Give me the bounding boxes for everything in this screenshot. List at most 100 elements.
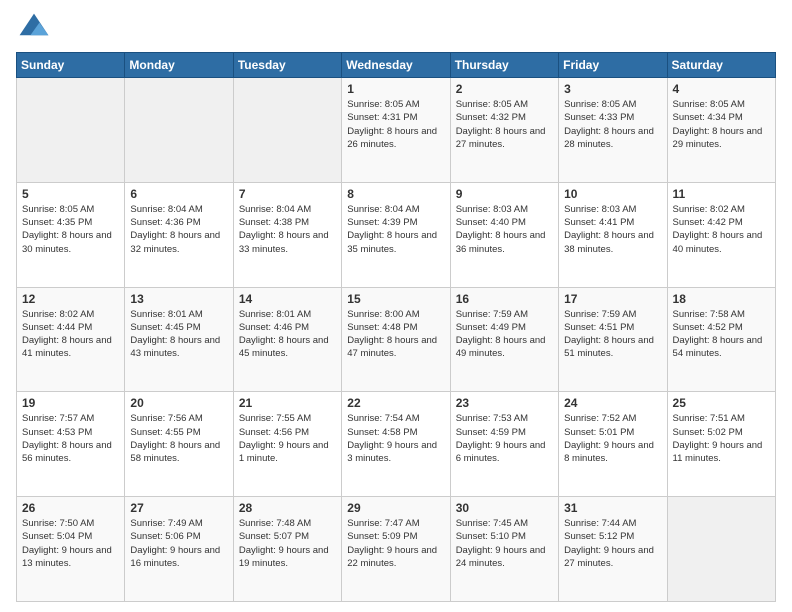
weekday-header-tuesday: Tuesday: [233, 53, 341, 78]
calendar-cell: 1 Sunrise: 8:05 AM Sunset: 4:31 PM Daylig…: [342, 78, 450, 183]
day-info: Sunrise: 7:50 AM Sunset: 5:04 PM Dayligh…: [22, 517, 119, 570]
calendar-cell: 10 Sunrise: 8:03 AM Sunset: 4:41 PM Dayli…: [559, 182, 667, 287]
header: [16, 10, 776, 46]
day-number: 5: [22, 187, 119, 201]
day-number: 19: [22, 396, 119, 410]
day-number: 27: [130, 501, 227, 515]
calendar-cell: [667, 497, 775, 602]
weekday-header-friday: Friday: [559, 53, 667, 78]
day-number: 31: [564, 501, 661, 515]
calendar-cell: [125, 78, 233, 183]
day-info: Sunrise: 8:01 AM Sunset: 4:46 PM Dayligh…: [239, 308, 336, 361]
calendar-cell: 7 Sunrise: 8:04 AM Sunset: 4:38 PM Daylig…: [233, 182, 341, 287]
day-number: 1: [347, 82, 444, 96]
calendar-cell: 30 Sunrise: 7:45 AM Sunset: 5:10 PM Dayli…: [450, 497, 558, 602]
calendar-cell: 27 Sunrise: 7:49 AM Sunset: 5:06 PM Dayli…: [125, 497, 233, 602]
day-number: 25: [673, 396, 770, 410]
calendar-body: 1 Sunrise: 8:05 AM Sunset: 4:31 PM Daylig…: [17, 78, 776, 602]
calendar-cell: 4Sunrise: 8:05 AM Sunset: 4:34 PM Daylig…: [667, 78, 775, 183]
page: SundayMondayTuesdayWednesdayThursdayFrid…: [0, 0, 792, 612]
weekday-header-thursday: Thursday: [450, 53, 558, 78]
calendar-week-4: 19 Sunrise: 7:57 AM Sunset: 4:53 PM Dayli…: [17, 392, 776, 497]
day-number: 4: [673, 82, 770, 96]
calendar-table: SundayMondayTuesdayWednesdayThursdayFrid…: [16, 52, 776, 602]
day-number: 20: [130, 396, 227, 410]
day-info: Sunrise: 8:01 AM Sunset: 4:45 PM Dayligh…: [130, 308, 227, 361]
calendar-cell: 14 Sunrise: 8:01 AM Sunset: 4:46 PM Dayli…: [233, 287, 341, 392]
day-number: 21: [239, 396, 336, 410]
day-number: 12: [22, 292, 119, 306]
calendar-cell: 15 Sunrise: 8:00 AM Sunset: 4:48 PM Dayli…: [342, 287, 450, 392]
calendar-cell: 22 Sunrise: 7:54 AM Sunset: 4:58 PM Dayli…: [342, 392, 450, 497]
day-info: Sunrise: 7:59 AM Sunset: 4:51 PM Dayligh…: [564, 308, 661, 361]
calendar-cell: 5 Sunrise: 8:05 AM Sunset: 4:35 PM Daylig…: [17, 182, 125, 287]
day-info: Sunrise: 8:00 AM Sunset: 4:48 PM Dayligh…: [347, 308, 444, 361]
day-number: 23: [456, 396, 553, 410]
weekday-header-saturday: Saturday: [667, 53, 775, 78]
calendar-cell: 8Sunrise: 8:04 AM Sunset: 4:39 PM Daylig…: [342, 182, 450, 287]
day-info: Sunrise: 7:59 AM Sunset: 4:49 PM Dayligh…: [456, 308, 553, 361]
day-number: 13: [130, 292, 227, 306]
day-number: 6: [130, 187, 227, 201]
day-number: 15: [347, 292, 444, 306]
day-number: 11: [673, 187, 770, 201]
day-number: 18: [673, 292, 770, 306]
day-number: 14: [239, 292, 336, 306]
calendar-cell: 19 Sunrise: 7:57 AM Sunset: 4:53 PM Dayli…: [17, 392, 125, 497]
calendar-cell: [233, 78, 341, 183]
weekday-header-wednesday: Wednesday: [342, 53, 450, 78]
day-number: 3: [564, 82, 661, 96]
day-info: Sunrise: 7:56 AM Sunset: 4:55 PM Dayligh…: [130, 412, 227, 465]
logo-icon: [16, 10, 52, 46]
calendar-week-5: 26 Sunrise: 7:50 AM Sunset: 5:04 PM Dayli…: [17, 497, 776, 602]
day-number: 29: [347, 501, 444, 515]
weekday-row: SundayMondayTuesdayWednesdayThursdayFrid…: [17, 53, 776, 78]
day-info: Sunrise: 7:53 AM Sunset: 4:59 PM Dayligh…: [456, 412, 553, 465]
day-info: Sunrise: 8:04 AM Sunset: 4:38 PM Dayligh…: [239, 203, 336, 256]
day-info: Sunrise: 7:49 AM Sunset: 5:06 PM Dayligh…: [130, 517, 227, 570]
calendar-cell: 11 Sunrise: 8:02 AM Sunset: 4:42 PM Dayli…: [667, 182, 775, 287]
logo: [16, 10, 56, 46]
day-info: Sunrise: 7:52 AM Sunset: 5:01 PM Dayligh…: [564, 412, 661, 465]
calendar-week-1: 1 Sunrise: 8:05 AM Sunset: 4:31 PM Daylig…: [17, 78, 776, 183]
day-info: Sunrise: 7:48 AM Sunset: 5:07 PM Dayligh…: [239, 517, 336, 570]
day-info: Sunrise: 7:44 AM Sunset: 5:12 PM Dayligh…: [564, 517, 661, 570]
day-number: 30: [456, 501, 553, 515]
calendar-cell: 9Sunrise: 8:03 AM Sunset: 4:40 PM Daylig…: [450, 182, 558, 287]
day-info: Sunrise: 7:58 AM Sunset: 4:52 PM Dayligh…: [673, 308, 770, 361]
day-number: 2: [456, 82, 553, 96]
calendar-cell: 18 Sunrise: 7:58 AM Sunset: 4:52 PM Dayli…: [667, 287, 775, 392]
day-number: 26: [22, 501, 119, 515]
calendar-cell: 28 Sunrise: 7:48 AM Sunset: 5:07 PM Dayli…: [233, 497, 341, 602]
day-number: 22: [347, 396, 444, 410]
day-number: 7: [239, 187, 336, 201]
day-info: Sunrise: 8:05 AM Sunset: 4:33 PM Dayligh…: [564, 98, 661, 151]
day-number: 24: [564, 396, 661, 410]
day-info: Sunrise: 7:45 AM Sunset: 5:10 PM Dayligh…: [456, 517, 553, 570]
calendar-cell: 2 Sunrise: 8:05 AM Sunset: 4:32 PM Daylig…: [450, 78, 558, 183]
day-info: Sunrise: 7:55 AM Sunset: 4:56 PM Dayligh…: [239, 412, 336, 465]
calendar-cell: 31 Sunrise: 7:44 AM Sunset: 5:12 PM Dayli…: [559, 497, 667, 602]
day-number: 8: [347, 187, 444, 201]
calendar-cell: 25Sunrise: 7:51 AM Sunset: 5:02 PM Dayli…: [667, 392, 775, 497]
day-info: Sunrise: 7:57 AM Sunset: 4:53 PM Dayligh…: [22, 412, 119, 465]
calendar-cell: 13 Sunrise: 8:01 AM Sunset: 4:45 PM Dayli…: [125, 287, 233, 392]
day-info: Sunrise: 7:54 AM Sunset: 4:58 PM Dayligh…: [347, 412, 444, 465]
calendar-cell: 29Sunrise: 7:47 AM Sunset: 5:09 PM Dayli…: [342, 497, 450, 602]
calendar-week-2: 5 Sunrise: 8:05 AM Sunset: 4:35 PM Daylig…: [17, 182, 776, 287]
calendar-header: SundayMondayTuesdayWednesdayThursdayFrid…: [17, 53, 776, 78]
day-number: 28: [239, 501, 336, 515]
day-info: Sunrise: 8:03 AM Sunset: 4:41 PM Dayligh…: [564, 203, 661, 256]
day-info: Sunrise: 8:05 AM Sunset: 4:35 PM Dayligh…: [22, 203, 119, 256]
day-info: Sunrise: 8:05 AM Sunset: 4:32 PM Dayligh…: [456, 98, 553, 151]
calendar-week-3: 12Sunrise: 8:02 AM Sunset: 4:44 PM Dayli…: [17, 287, 776, 392]
calendar-cell: 17Sunrise: 7:59 AM Sunset: 4:51 PM Dayli…: [559, 287, 667, 392]
calendar-cell: 3 Sunrise: 8:05 AM Sunset: 4:33 PM Daylig…: [559, 78, 667, 183]
calendar-cell: 6Sunrise: 8:04 AM Sunset: 4:36 PM Daylig…: [125, 182, 233, 287]
day-info: Sunrise: 8:05 AM Sunset: 4:31 PM Dayligh…: [347, 98, 444, 151]
day-info: Sunrise: 8:02 AM Sunset: 4:42 PM Dayligh…: [673, 203, 770, 256]
day-number: 10: [564, 187, 661, 201]
weekday-header-sunday: Sunday: [17, 53, 125, 78]
calendar-cell: 20 Sunrise: 7:56 AM Sunset: 4:55 PM Dayli…: [125, 392, 233, 497]
calendar-cell: [17, 78, 125, 183]
